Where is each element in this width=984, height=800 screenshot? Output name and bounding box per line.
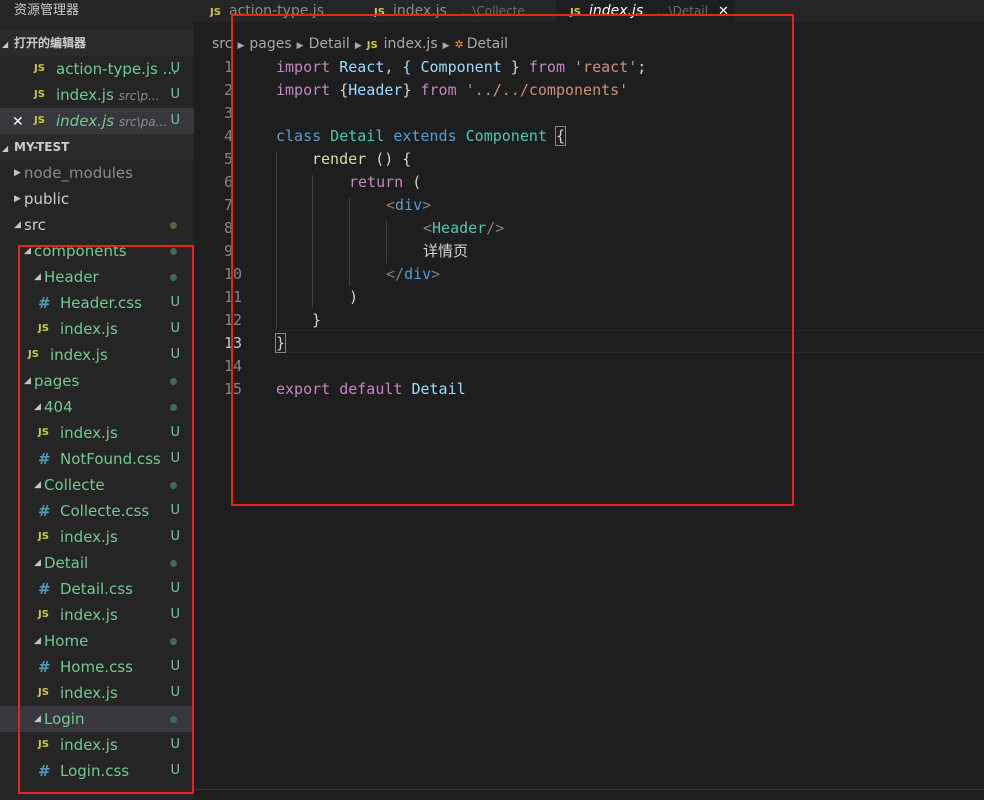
open-editor-name: index.js bbox=[56, 86, 114, 104]
untracked-badge: U bbox=[170, 61, 180, 76]
open-editor-name: action-type.js ... bbox=[56, 60, 177, 78]
open-editor-path: src\p... bbox=[118, 89, 160, 103]
modified-dot bbox=[170, 222, 177, 229]
open-editors-label: 打开的编辑器 bbox=[14, 36, 87, 50]
tree-label: public bbox=[24, 190, 70, 208]
js-file-icon: JS bbox=[34, 63, 45, 74]
project-header[interactable]: ◢ MY-TEST bbox=[0, 134, 194, 160]
open-editors-header[interactable]: ◢ 打开的编辑器 bbox=[0, 30, 194, 56]
tree-folder[interactable]: ▶ public bbox=[0, 186, 194, 212]
untracked-badge: U bbox=[170, 87, 180, 102]
js-file-icon: JS bbox=[34, 115, 45, 126]
js-file-icon: JS bbox=[34, 89, 45, 100]
chevron-down-icon: ◢ bbox=[2, 144, 9, 153]
open-editor-item-active[interactable]: ✕ JS index.js src\pa... U bbox=[0, 108, 194, 134]
chevron-right-icon: ▶ bbox=[14, 194, 21, 204]
untracked-badge: U bbox=[170, 113, 180, 128]
chevron-right-icon: ▶ bbox=[14, 168, 21, 178]
open-editor-name: index.js bbox=[56, 112, 115, 130]
panel-divider bbox=[194, 789, 984, 790]
tree-folder[interactable]: ▶ node_modules bbox=[0, 160, 194, 186]
breadcrumb-item[interactable]: src bbox=[212, 36, 232, 52]
tree-label: node_modules bbox=[24, 164, 133, 182]
open-editor-item[interactable]: JS index.js src\p... U bbox=[0, 82, 194, 108]
chevron-down-icon: ◢ bbox=[2, 40, 9, 49]
open-editor-path: src\pa... bbox=[118, 115, 168, 129]
chevron-down-icon: ◢ bbox=[14, 220, 21, 230]
explorer-title: 资源管理器 bbox=[14, 3, 80, 18]
annotation-box-editor bbox=[231, 14, 794, 506]
close-icon[interactable]: ✕ bbox=[12, 109, 34, 135]
js-file-icon: JS bbox=[210, 7, 221, 18]
open-editor-item[interactable]: JS action-type.js ... U bbox=[0, 56, 194, 82]
project-label: MY-TEST bbox=[14, 140, 70, 154]
tree-label: src bbox=[24, 216, 46, 234]
annotation-box-tree bbox=[18, 245, 194, 794]
tree-folder[interactable]: ◢ src bbox=[0, 212, 194, 238]
